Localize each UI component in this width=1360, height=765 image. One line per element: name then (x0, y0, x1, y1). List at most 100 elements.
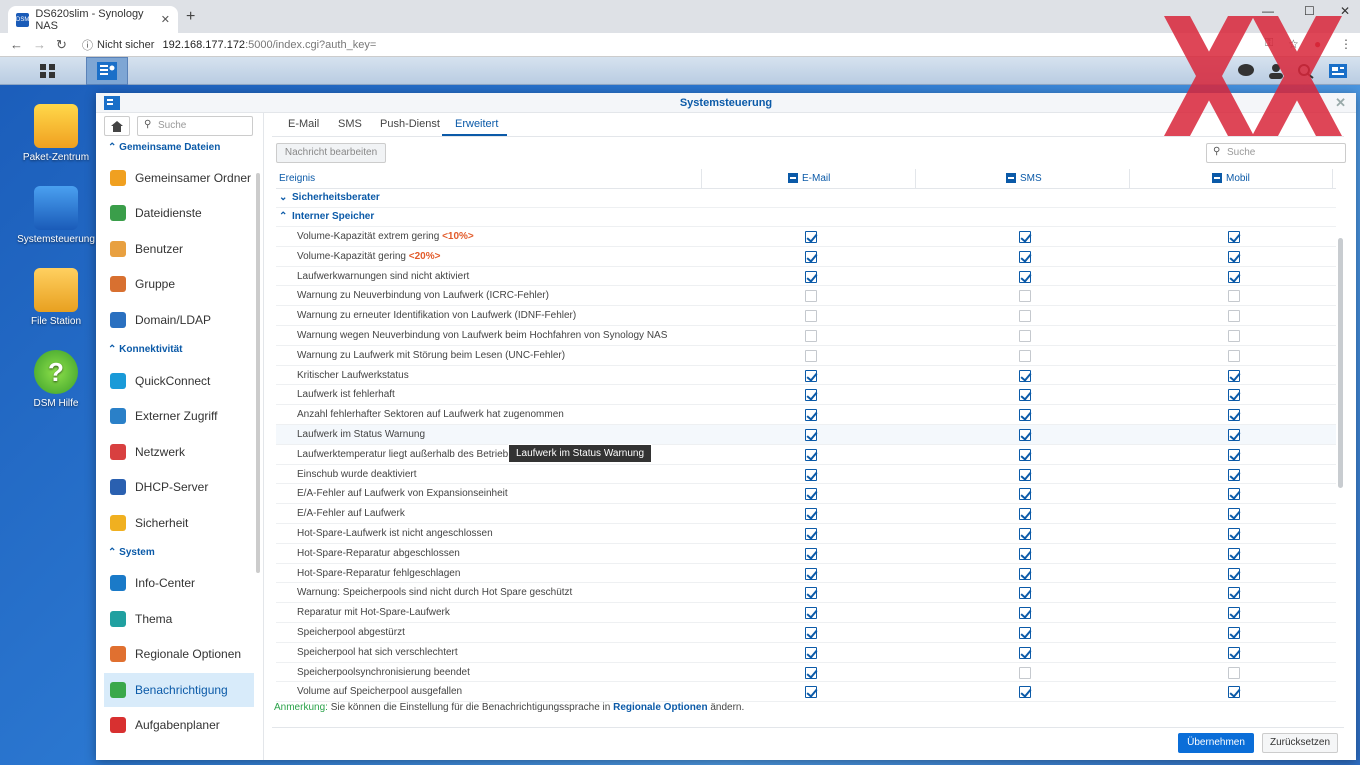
sidebar-item-dhcp-server[interactable]: DHCP-Server (104, 470, 254, 504)
sms-checkbox[interactable] (1019, 270, 1031, 283)
sms-checkbox[interactable] (1019, 369, 1031, 382)
mobil-checkbox[interactable] (1228, 626, 1240, 639)
sms-checkbox[interactable] (1019, 607, 1031, 620)
apply-button[interactable]: Übernehmen (1178, 733, 1254, 753)
tab-erweitert[interactable]: Erweitert (455, 118, 498, 130)
header-mobil[interactable]: Mobil (1212, 173, 1250, 184)
section-konnektivitaet[interactable]: ⌃ Konnektivität (108, 344, 183, 355)
sms-checkbox[interactable] (1019, 329, 1031, 342)
mobil-checkbox[interactable] (1228, 389, 1240, 402)
profile-icon[interactable]: ● (1314, 37, 1321, 51)
close-icon[interactable]: ✕ (1335, 93, 1346, 113)
email-checkbox[interactable] (805, 626, 817, 639)
email-checkbox[interactable] (805, 349, 817, 362)
main-menu-button[interactable] (28, 57, 68, 85)
tab-sms[interactable]: SMS (338, 118, 362, 130)
reset-button[interactable]: Zurücksetzen (1262, 733, 1338, 753)
mobil-checkbox[interactable] (1228, 547, 1240, 560)
sidebar-item-benutzer[interactable]: Benutzer (104, 232, 254, 266)
sidebar-item-gruppe[interactable]: Gruppe (104, 267, 254, 301)
minimize-icon[interactable]: — (1262, 4, 1274, 18)
email-checkbox[interactable] (805, 508, 817, 521)
email-checkbox[interactable] (805, 250, 817, 263)
sidebar-item-externer-zugriff[interactable]: Externer Zugriff (104, 399, 254, 433)
sms-checkbox[interactable] (1019, 527, 1031, 540)
sidebar-item-quickconnect[interactable]: QuickConnect (104, 364, 254, 398)
sms-checkbox[interactable] (1019, 349, 1031, 362)
sms-checkbox[interactable] (1019, 250, 1031, 263)
email-checkbox[interactable] (805, 646, 817, 659)
sidebar-item-domain-ldap[interactable]: Domain/LDAP (104, 303, 254, 337)
email-checkbox[interactable] (805, 290, 817, 303)
info-icon[interactable]: ⓘ (82, 37, 93, 53)
key-icon[interactable]: ⚿ (1265, 37, 1273, 50)
sms-checkbox[interactable] (1019, 468, 1031, 481)
sidebar-search-input[interactable]: Suche (137, 116, 253, 136)
home-button[interactable] (104, 116, 130, 136)
mobil-checkbox[interactable] (1228, 329, 1240, 342)
browser-tab[interactable]: DSM DS620slim - Synology NAS ✕ (8, 6, 178, 33)
sms-checkbox[interactable] (1019, 547, 1031, 560)
group-sicherheitsberater[interactable]: ⌄ Sicherheitsberater (276, 189, 1336, 208)
mobil-checkbox[interactable] (1228, 369, 1240, 382)
email-checkbox[interactable] (805, 488, 817, 501)
sms-checkbox[interactable] (1019, 508, 1031, 521)
email-checkbox[interactable] (805, 369, 817, 382)
sidebar-item-gemeinsamer-ordner[interactable]: Gemeinsamer Ordner (104, 161, 254, 195)
edit-message-button[interactable]: Nachricht bearbeiten (276, 143, 386, 163)
desktop-icon-dsm-hilfe[interactable]: ? DSM Hilfe (11, 350, 101, 409)
mobil-checkbox[interactable] (1228, 587, 1240, 600)
sms-checkbox[interactable] (1019, 231, 1031, 243)
sms-checkbox[interactable] (1019, 310, 1031, 323)
mobil-checkbox[interactable] (1228, 270, 1240, 283)
mobil-checkbox[interactable] (1228, 448, 1240, 461)
desktop-icon-paket-zentrum[interactable]: Paket-Zentrum (11, 104, 101, 163)
mobil-checkbox[interactable] (1228, 290, 1240, 303)
taskbar-systemsteuerung-button[interactable] (86, 57, 128, 85)
sms-checkbox[interactable] (1019, 290, 1031, 303)
widgets-icon[interactable] (1318, 57, 1358, 85)
mobil-checkbox[interactable] (1228, 250, 1240, 263)
maximize-icon[interactable]: ☐ (1304, 4, 1315, 18)
email-checkbox[interactable] (805, 686, 817, 699)
close-tab-icon[interactable]: ✕ (161, 13, 170, 26)
menu-icon[interactable]: ⋮ (1340, 37, 1352, 51)
mobil-checkbox[interactable] (1228, 666, 1240, 679)
sms-checkbox[interactable] (1019, 626, 1031, 639)
sidebar-item-benachrichtigung[interactable]: Benachrichtigung (104, 673, 254, 707)
sidebar-item-thema[interactable]: Thema (104, 602, 254, 636)
tab-email[interactable]: E-Mail (288, 118, 319, 130)
group-interner-speicher[interactable]: ⌃ Interner Speicher (276, 208, 1336, 227)
header-ereignis[interactable]: Ereignis (279, 173, 315, 184)
url-field[interactable]: ⓘ Nicht sicher 192.168.177.172 :5000/ind… (82, 35, 376, 55)
mobil-checkbox[interactable] (1228, 646, 1240, 659)
back-icon[interactable]: ← (10, 37, 23, 52)
sms-checkbox[interactable] (1019, 686, 1031, 699)
email-checkbox[interactable] (805, 310, 817, 323)
regional-options-link[interactable]: Regionale Optionen (613, 702, 707, 713)
sidebar-item-aufgabenplaner[interactable]: Aufgabenplaner (104, 708, 254, 742)
sms-checkbox[interactable] (1019, 428, 1031, 441)
sms-checkbox[interactable] (1019, 666, 1031, 679)
tab-push-dienst[interactable]: Push-Dienst (380, 118, 440, 130)
sms-checkbox[interactable] (1019, 389, 1031, 402)
sidebar-item-info-center[interactable]: Info-Center (104, 566, 254, 600)
sms-checkbox[interactable] (1019, 567, 1031, 580)
grid-scrollbar[interactable] (1338, 238, 1343, 488)
sidebar-scrollbar[interactable] (256, 173, 260, 573)
email-checkbox[interactable] (805, 468, 817, 481)
sms-checkbox[interactable] (1019, 587, 1031, 600)
header-email[interactable]: E-Mail (788, 173, 830, 184)
mobil-checkbox[interactable] (1228, 231, 1240, 243)
mobil-checkbox[interactable] (1228, 607, 1240, 620)
forward-icon[interactable]: → (33, 37, 46, 52)
email-checkbox[interactable] (805, 547, 817, 560)
sms-checkbox[interactable] (1019, 646, 1031, 659)
partial-checkbox-icon[interactable] (1006, 173, 1016, 184)
email-checkbox[interactable] (805, 587, 817, 600)
sidebar-item-netzwerk[interactable]: Netzwerk (104, 435, 254, 469)
event-search-input[interactable]: Suche (1206, 143, 1346, 163)
section-system[interactable]: ⌃ System (108, 547, 155, 558)
partial-checkbox-icon[interactable] (788, 173, 798, 184)
email-checkbox[interactable] (805, 329, 817, 342)
